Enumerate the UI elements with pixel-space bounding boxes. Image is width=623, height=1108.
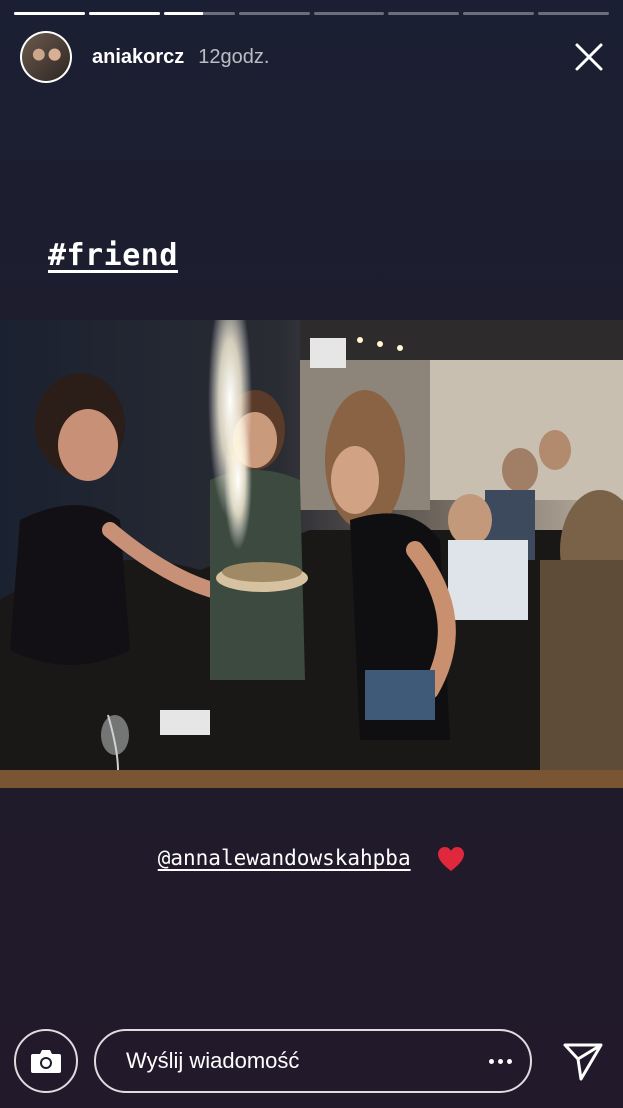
progress-segment — [14, 12, 85, 15]
story-progress-bar — [14, 12, 609, 15]
story-photo — [0, 320, 623, 788]
camera-button[interactable] — [14, 1029, 78, 1093]
progress-segment — [163, 12, 235, 15]
close-icon[interactable] — [571, 39, 607, 75]
progress-segment — [463, 12, 535, 15]
avatar[interactable] — [20, 31, 72, 83]
more-dots-icon[interactable] — [489, 1058, 512, 1064]
story-header: aniakorcz 12godz. — [20, 30, 607, 84]
send-icon[interactable] — [561, 1039, 605, 1083]
progress-segment — [538, 12, 609, 15]
progress-segment — [88, 12, 160, 15]
story-reply-bar: Wyślij wiadomość — [14, 1028, 605, 1094]
camera-icon — [31, 1050, 61, 1073]
message-input[interactable]: Wyślij wiadomość — [94, 1029, 532, 1093]
progress-segment — [388, 12, 460, 15]
username[interactable]: aniakorcz — [92, 46, 184, 69]
progress-segment — [238, 12, 310, 15]
hashtag-sticker[interactable]: #friend — [48, 238, 178, 273]
mention-sticker[interactable]: @annalewandowskahpba — [158, 846, 411, 870]
time-ago: 12godz. — [198, 45, 270, 68]
heart-icon — [438, 847, 465, 871]
message-placeholder: Wyślij wiadomość — [126, 1048, 300, 1073]
progress-segment — [313, 12, 385, 15]
mention-sticker-row: @annalewandowskahpba — [0, 846, 623, 872]
